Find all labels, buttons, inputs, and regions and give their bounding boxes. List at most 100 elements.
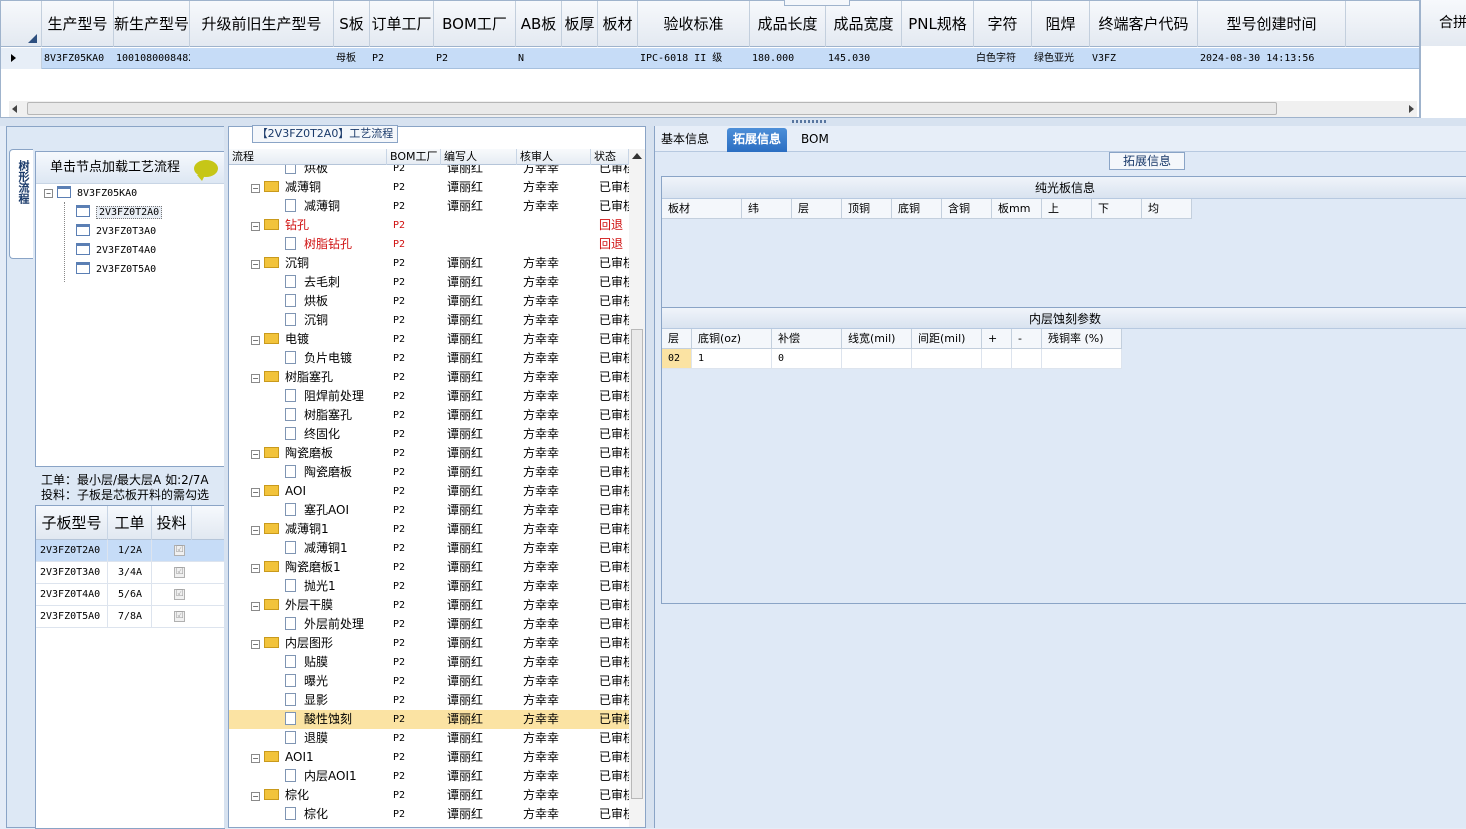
process-row[interactable]: − 减薄铜1 P2 谭丽红 方幸幸 已审核: [229, 520, 629, 539]
grid-cell[interactable]: 绿色亚光: [1032, 48, 1090, 69]
collapse-icon[interactable]: −: [251, 184, 260, 193]
scroll-left-icon[interactable]: [12, 105, 17, 113]
process-column-header[interactable]: 核审人: [517, 149, 591, 165]
inner-etch-column[interactable]: 残铜率 (%): [1042, 329, 1122, 349]
inner-etch-cell[interactable]: [1012, 349, 1042, 369]
model-grid[interactable]: 生产型号 新生产型号 升级前旧生产型号 S板 订单工厂 BOM工厂 AB板 板厚 板材 验收标准成…: [0, 0, 1420, 118]
tree-node-child[interactable]: 2V3FZ0T4A0: [76, 242, 156, 260]
inner-etch-column[interactable]: 线宽(mil): [842, 329, 912, 349]
process-row[interactable]: − 外层干膜 P2 谭丽红 方幸幸 已审核: [229, 596, 629, 615]
column-header[interactable]: 成品长度: [750, 1, 826, 47]
column-header[interactable]: S板: [334, 1, 370, 47]
process-row[interactable]: − 陶瓷磨板 P2 谭丽红 方幸幸 已审核: [229, 444, 629, 463]
tree-flow-tab[interactable]: 树形流程: [9, 149, 33, 259]
process-row[interactable]: 减薄铜1 P2 谭丽红 方幸幸 已审核: [229, 539, 629, 558]
feed-checkbox[interactable]: ☑: [174, 545, 185, 556]
grid-cell[interactable]: 180.000: [750, 48, 826, 69]
process-row[interactable]: − 沉铜 P2 谭丽红 方幸幸 已审核: [229, 254, 629, 273]
plain-board-column[interactable]: 含铜: [942, 199, 992, 219]
plain-board-column[interactable]: 层: [792, 199, 842, 219]
subgrid-column-header[interactable]: 投料: [152, 506, 192, 540]
collapse-icon[interactable]: −: [251, 792, 260, 801]
collapse-icon[interactable]: −: [251, 450, 260, 459]
tree-node-child[interactable]: 2V3FZ0T2A0: [76, 204, 163, 222]
process-row[interactable]: 塞孔AOI P2 谭丽红 方幸幸 已审核: [229, 501, 629, 520]
process-row[interactable]: 棕化 P2 谭丽红 方幸幸 已审核: [229, 805, 629, 824]
process-column-header[interactable]: 状态: [591, 149, 629, 165]
inner-etch-cell[interactable]: [842, 349, 912, 369]
inner-etch-cell[interactable]: 0: [772, 349, 842, 369]
column-header[interactable]: AB板: [516, 1, 562, 47]
process-row[interactable]: 沉铜 P2 谭丽红 方幸幸 已审核: [229, 311, 629, 330]
process-row[interactable]: − 棕化 P2 谭丽红 方幸幸 已审核: [229, 786, 629, 805]
inner-etch-column[interactable]: +: [982, 329, 1012, 349]
collapse-icon[interactable]: −: [251, 564, 260, 573]
scroll-up-icon[interactable]: [632, 153, 642, 159]
process-row[interactable]: 曝光 P2 谭丽红 方幸幸 已审核: [229, 672, 629, 691]
feed-checkbox[interactable]: ☑: [174, 611, 185, 622]
process-row[interactable]: − AOI P2 谭丽红 方幸幸 已审核: [229, 482, 629, 501]
plain-board-column[interactable]: 上: [1042, 199, 1092, 219]
process-row[interactable]: 去毛刺 P2 谭丽红 方幸幸 已审核: [229, 273, 629, 292]
feed-checkbox[interactable]: ☑: [174, 589, 185, 600]
process-row[interactable]: 树脂钻孔 P2 回退: [229, 235, 629, 254]
process-row[interactable]: 烘板 P2 谭丽红 方幸幸 已审核: [229, 165, 629, 178]
grid-cell[interactable]: 2024-08-30 14:13:56: [1198, 48, 1346, 69]
grid-cell[interactable]: [902, 48, 974, 69]
horizontal-splitter[interactable]: [0, 118, 1466, 126]
grid-corner[interactable]: [1, 1, 42, 47]
column-header[interactable]: BOM工厂: [434, 1, 516, 47]
plain-board-column[interactable]: 板mm: [992, 199, 1042, 219]
plain-board-column[interactable]: 下: [1092, 199, 1142, 219]
process-tree-grid[interactable]: 烘板P2谭丽红方幸幸已审核−减薄铜P2谭丽红方幸幸已审核减薄铜P2谭丽红方幸幸已…: [229, 165, 629, 827]
grid-cell[interactable]: IPC-6018 II 级: [638, 48, 750, 69]
process-row[interactable]: 抛光1 P2 谭丽红 方幸幸 已审核: [229, 577, 629, 596]
column-header[interactable]: 验收标准: [638, 1, 750, 47]
vertical-scrollbar[interactable]: [629, 149, 645, 827]
column-header[interactable]: 板材: [598, 1, 638, 47]
column-header[interactable]: 终端客户代码: [1090, 1, 1198, 47]
column-header[interactable]: 升级前旧生产型号: [190, 1, 334, 47]
process-row[interactable]: 酸性蚀刻 P2 谭丽红 方幸幸 已审核: [229, 710, 629, 729]
grid-cell[interactable]: 10010800084823: [114, 48, 190, 69]
process-column-header[interactable]: 流程: [229, 149, 387, 165]
column-header[interactable]: 字符: [974, 1, 1032, 47]
horizontal-scroll-thumb[interactable]: [27, 102, 1277, 115]
column-header[interactable]: 成品宽度: [826, 1, 902, 47]
splitter-grip-icon[interactable]: [792, 120, 828, 123]
process-row[interactable]: 陶瓷磨板 P2 谭丽红 方幸幸 已审核: [229, 463, 629, 482]
subgrid-column-header[interactable]: 子板型号: [36, 506, 108, 540]
process-row[interactable]: 内层AOI1 P2 谭丽红 方幸幸 已审核: [229, 767, 629, 786]
collapse-icon[interactable]: −: [251, 526, 260, 535]
inner-etch-column[interactable]: -: [1012, 329, 1042, 349]
subgrid-column-header[interactable]: 工单: [108, 506, 152, 540]
model-tree[interactable]: 单击节点加载工艺流程 − 8V3FZ05KA0 2V3FZ0T2A0 2V3FZ0T3…: [35, 151, 225, 467]
plain-board-column[interactable]: 纬: [742, 199, 792, 219]
inner-etch-column[interactable]: 层: [662, 329, 692, 349]
process-row[interactable]: 阻焊前处理 P2 谭丽红 方幸幸 已审核: [229, 387, 629, 406]
process-row[interactable]: − 钻孔 P2 回退: [229, 216, 629, 235]
plain-board-grid[interactable]: 板材纬层顶铜 底铜 含铜 板mm 上下均: [662, 199, 1466, 307]
process-row[interactable]: − 陶瓷磨板1 P2 谭丽红 方幸幸 已审核: [229, 558, 629, 577]
grid-cell[interactable]: [598, 48, 638, 69]
process-row[interactable]: 减薄铜 P2 谭丽红 方幸幸 已审核: [229, 197, 629, 216]
chat-bubble-icon[interactable]: [194, 160, 218, 181]
process-row[interactable]: 外层前处理 P2 谭丽红 方幸幸 已审核: [229, 615, 629, 634]
process-row[interactable]: 树脂塞孔 P2 谭丽红 方幸幸 已审核: [229, 406, 629, 425]
collapse-icon[interactable]: −: [251, 488, 260, 497]
collapse-icon[interactable]: −: [251, 336, 260, 345]
process-column-header[interactable]: BOM工厂: [387, 149, 441, 165]
process-row[interactable]: 烘板 P2 谭丽红 方幸幸 已审核: [229, 292, 629, 311]
grid-cell[interactable]: 8V3FZ05KA0: [42, 48, 114, 69]
subboard-grid[interactable]: 子板型号 工单 投料 2V3FZ0T2A0 1/2A ☑ 2V3FZ0T3A0 3/4A ☑ 2…: [35, 505, 225, 829]
subgrid-row[interactable]: 2V3FZ0T5A0 7/8A ☑: [36, 606, 224, 628]
inner-etch-cell[interactable]: [912, 349, 982, 369]
plain-board-column[interactable]: 均: [1142, 199, 1192, 219]
process-row[interactable]: 终固化 P2 谭丽红 方幸幸 已审核: [229, 425, 629, 444]
horizontal-scrollbar[interactable]: [9, 101, 1417, 117]
inner-etch-cell[interactable]: 1: [692, 349, 772, 369]
process-column-header[interactable]: 编写人: [441, 149, 517, 165]
inner-etch-column[interactable]: 补偿: [772, 329, 842, 349]
grid-cell[interactable]: P2: [434, 48, 516, 69]
grid-cell[interactable]: 145.030: [826, 48, 902, 69]
